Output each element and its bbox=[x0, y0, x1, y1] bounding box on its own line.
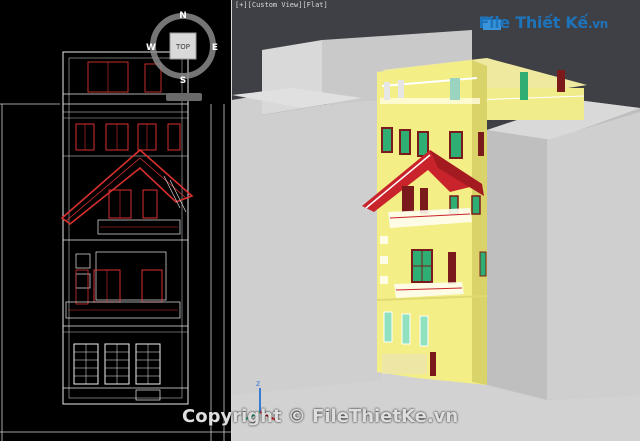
compass-east[interactable]: E bbox=[212, 43, 218, 53]
viewcube[interactable]: TOP N S E W bbox=[142, 4, 224, 86]
wcs-menu[interactable] bbox=[166, 93, 202, 101]
copyright-watermark: Copyright © FileThietKe.vn bbox=[182, 406, 459, 427]
neighbor-building-left bbox=[232, 95, 382, 395]
left-viewport-2d-elevation[interactable]: TOP N S E W bbox=[0, 0, 231, 441]
brand-name: File Thiết Kế bbox=[478, 13, 588, 32]
brand-logo: File Thiết Kế.vn bbox=[478, 13, 608, 32]
compass-west[interactable]: W bbox=[146, 43, 156, 53]
z-axis-label: z bbox=[256, 379, 260, 388]
brand-domain: .vn bbox=[587, 17, 608, 31]
compass-north[interactable]: N bbox=[179, 11, 187, 21]
3d-model-render: z bbox=[232, 30, 640, 441]
viewport-label[interactable]: [+][Custom View][Flat] bbox=[235, 1, 328, 9]
right-viewport-3d-view[interactable]: z [+][Custom View][Flat] File Thiết Kế.v… bbox=[232, 0, 640, 441]
viewcube-face-label: TOP bbox=[175, 43, 190, 51]
compass-south[interactable]: S bbox=[180, 76, 186, 86]
